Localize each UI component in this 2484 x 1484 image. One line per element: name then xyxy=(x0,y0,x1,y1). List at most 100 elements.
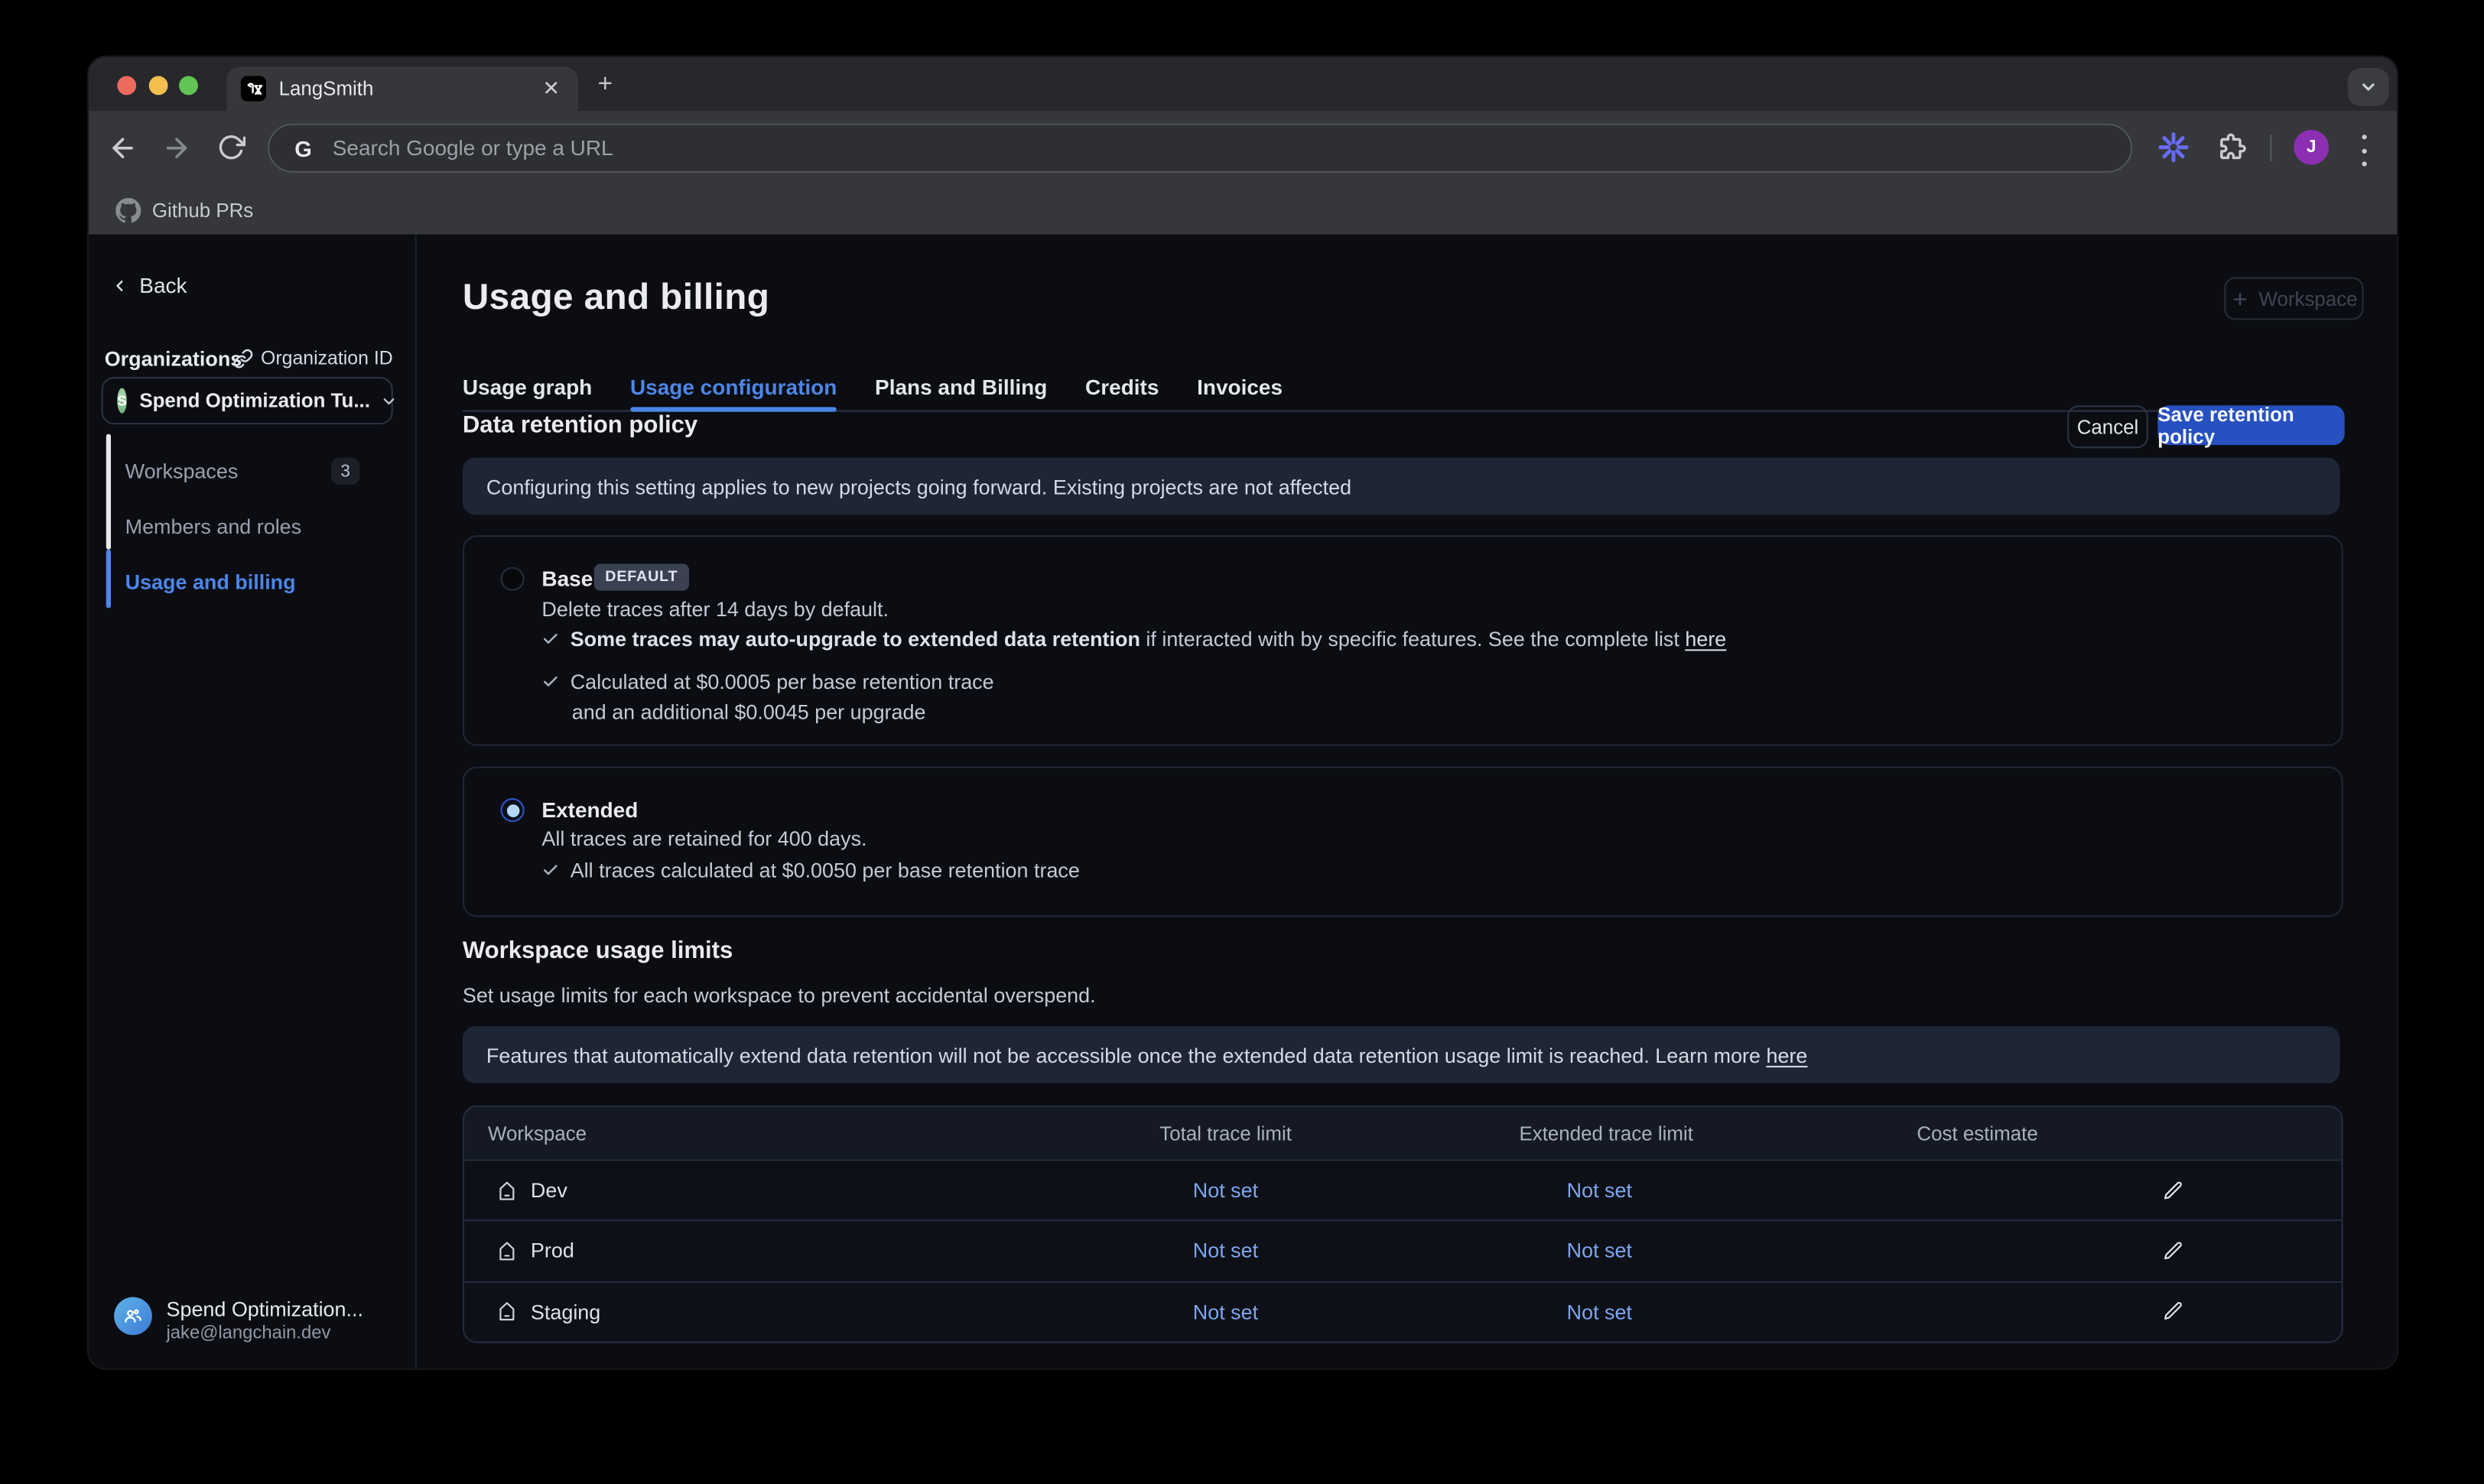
extended-radio[interactable] xyxy=(501,798,525,822)
workspace-limits-table: Workspace Total trace limit Extended tra… xyxy=(463,1106,2343,1343)
close-tab-icon[interactable]: ✕ xyxy=(537,74,565,102)
workspace-icon xyxy=(496,1301,518,1323)
table-row-prod: Prod Not set Not set xyxy=(464,1220,2342,1281)
organization-avatar: S xyxy=(117,388,126,414)
col-total-trace-limit: Total trace limit xyxy=(1159,1107,1292,1159)
sidebar-item-usage-and-billing[interactable]: Usage and billing xyxy=(125,567,296,596)
user-name: Spend Optimization... xyxy=(167,1297,363,1321)
langsmith-favicon-icon xyxy=(241,76,266,101)
limits-heading: Workspace usage limits xyxy=(463,937,733,964)
see-complete-list-link[interactable]: here xyxy=(1685,627,1726,651)
url-bar[interactable]: G Search Google or type a URL xyxy=(269,125,2131,171)
browser-profile-avatar[interactable]: J xyxy=(2294,130,2329,165)
organization-selector[interactable]: S Spend Optimization Tu... xyxy=(102,377,393,424)
limits-info-banner: Features that automatically extend data … xyxy=(463,1026,2340,1083)
add-workspace-button[interactable]: Workspace xyxy=(2224,278,2363,320)
check-icon xyxy=(541,673,559,690)
langsmith-app: Back Organizations Organization ID S Spe… xyxy=(89,235,2397,1369)
base-retention-option-card: Base DEFAULT Delete traces after 14 days… xyxy=(463,535,2343,746)
browser-window: LangSmith ✕ + G Search Google or type a … xyxy=(89,57,2397,1369)
bookmarks-bar: Github PRs xyxy=(89,185,2397,234)
page-title: Usage and billing xyxy=(463,275,770,318)
close-window-button[interactable] xyxy=(117,75,136,94)
extended-bullet-pricing: All traces calculated at $0.0050 per bas… xyxy=(541,859,1079,882)
organization-id-button[interactable]: Organization ID xyxy=(232,347,393,369)
base-bullet-pricing-line2: and an additional $0.0045 per upgrade xyxy=(572,700,926,724)
learn-more-link[interactable]: here xyxy=(1767,1043,1808,1067)
bookmark-github-prs[interactable]: Github PRs xyxy=(103,192,266,229)
edit-dev-button[interactable] xyxy=(2163,1161,2185,1219)
tab-title: LangSmith xyxy=(279,78,374,100)
edit-prod-button[interactable] xyxy=(2163,1222,2185,1281)
google-logo-icon: G xyxy=(294,135,312,161)
new-tab-button[interactable]: + xyxy=(591,71,619,99)
table-header: Workspace Total trace limit Extended tra… xyxy=(464,1107,2342,1159)
sidebar-nav-track xyxy=(106,434,110,550)
extended-limit-dev[interactable]: Not set xyxy=(1567,1161,1632,1219)
extended-limit-staging[interactable]: Not set xyxy=(1567,1282,1632,1341)
people-icon xyxy=(122,1305,145,1327)
edit-staging-button[interactable] xyxy=(2163,1282,2185,1341)
url-placeholder: Search Google or type a URL xyxy=(333,136,613,160)
browser-tab[interactable]: LangSmith ✕ xyxy=(226,67,578,111)
limits-banner-text: Features that automatically extend data … xyxy=(486,1043,1808,1067)
plus-icon xyxy=(2230,289,2249,308)
sidebar-item-workspaces[interactable]: Workspaces xyxy=(125,456,239,485)
extension-starburst-icon[interactable] xyxy=(2156,130,2191,165)
col-cost-estimate: Cost estimate xyxy=(1917,1107,2037,1159)
maximize-window-button[interactable] xyxy=(179,75,198,94)
user-avatar xyxy=(114,1297,152,1336)
toolbar-separator xyxy=(2270,135,2271,161)
workspace-icon xyxy=(496,1179,518,1201)
user-email: jake@langchain.dev xyxy=(167,1324,363,1343)
link-icon xyxy=(232,348,253,369)
tab-usage-graph[interactable]: Usage graph xyxy=(463,371,592,411)
extensions-puzzle-icon[interactable] xyxy=(2216,132,2248,163)
browser-titlebar: LangSmith ✕ + xyxy=(89,57,2397,111)
cancel-button[interactable]: Cancel xyxy=(2067,405,2148,448)
back-button[interactable]: Back xyxy=(111,274,187,297)
chevron-down-icon xyxy=(379,392,397,410)
user-profile[interactable]: Spend Optimization... jake@langchain.dev xyxy=(114,1297,363,1343)
base-bullet-pricing: Calculated at $0.0005 per base retention… xyxy=(541,670,993,693)
col-workspace: Workspace xyxy=(488,1107,587,1159)
extended-label: Extended xyxy=(541,798,638,822)
organization-id-label: Organization ID xyxy=(261,347,393,369)
table-row-dev: Dev Not set Not set xyxy=(464,1159,2342,1219)
tab-invoices[interactable]: Invoices xyxy=(1197,371,1283,411)
total-limit-staging[interactable]: Not set xyxy=(1193,1282,1258,1341)
base-radio[interactable] xyxy=(501,567,525,591)
browser-menu-icon[interactable] xyxy=(2357,132,2370,170)
organization-name: Spend Optimization Tu... xyxy=(139,390,370,412)
pencil-icon xyxy=(2163,1240,2185,1262)
base-description: Delete traces after 14 days by default. xyxy=(541,597,889,621)
tab-credits[interactable]: Credits xyxy=(1085,371,1159,411)
screen: LangSmith ✕ + G Search Google or type a … xyxy=(0,0,2484,1484)
reload-icon[interactable] xyxy=(217,133,245,161)
organizations-heading: Organizations xyxy=(105,347,242,371)
save-retention-policy-button[interactable]: Save retention policy xyxy=(2157,405,2344,445)
pencil-icon xyxy=(2163,1301,2185,1323)
col-extended-trace-limit: Extended trace limit xyxy=(1520,1107,1693,1159)
minimize-window-button[interactable] xyxy=(149,75,168,94)
extended-limit-prod[interactable]: Not set xyxy=(1567,1222,1632,1281)
titlebar-chevron-button[interactable] xyxy=(2348,68,2389,106)
retention-heading: Data retention policy xyxy=(463,412,697,439)
workspace-icon xyxy=(496,1240,518,1262)
add-workspace-label: Workspace xyxy=(2259,287,2358,310)
check-icon xyxy=(541,862,559,879)
back-icon[interactable] xyxy=(108,133,138,163)
forward-icon[interactable] xyxy=(161,133,191,163)
limits-description: Set usage limits for each workspace to p… xyxy=(463,983,1096,1007)
github-icon xyxy=(115,197,141,222)
retention-banner-text: Configuring this setting applies to new … xyxy=(486,474,1351,498)
base-bullet-auto-upgrade: Some traces may auto-upgrade to extended… xyxy=(541,627,1726,651)
total-limit-prod[interactable]: Not set xyxy=(1193,1222,1258,1281)
check-icon xyxy=(541,630,559,648)
sidebar-item-members-and-roles[interactable]: Members and roles xyxy=(125,511,302,540)
tab-usage-configuration[interactable]: Usage configuration xyxy=(630,371,837,411)
base-label: Base xyxy=(541,567,593,591)
total-limit-dev[interactable]: Not set xyxy=(1193,1161,1258,1219)
tab-plans-and-billing[interactable]: Plans and Billing xyxy=(875,371,1047,411)
table-row-staging: Staging Not set Not set xyxy=(464,1281,2342,1341)
